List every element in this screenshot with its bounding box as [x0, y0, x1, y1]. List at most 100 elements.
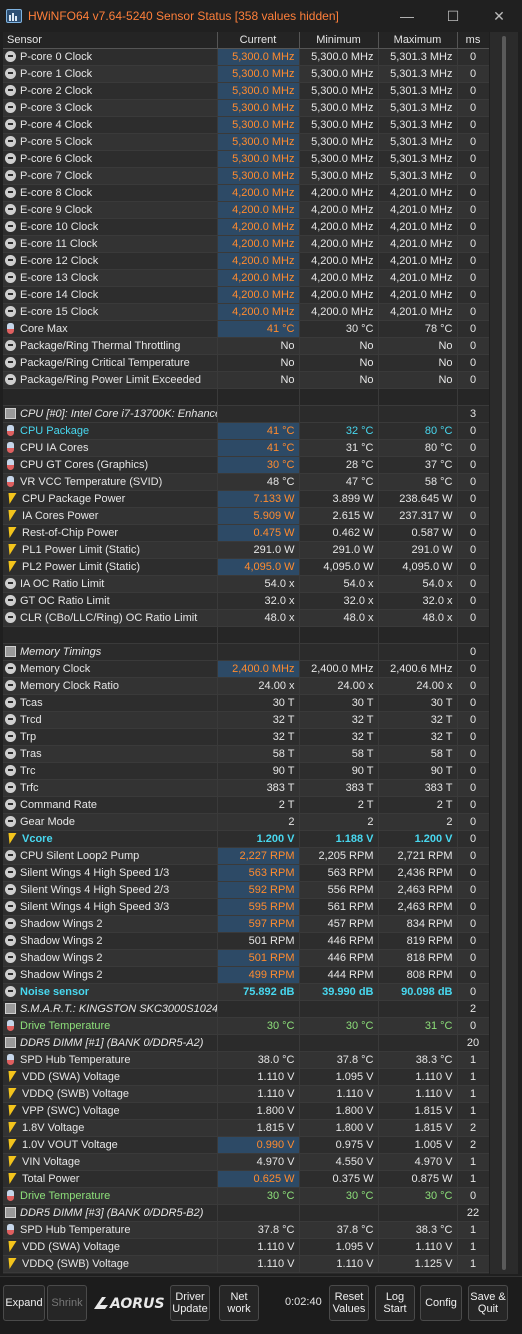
- sensor-row[interactable]: CPU Package 41 °C 32 °C 80 °C 0: [3, 422, 489, 440]
- sensor-row[interactable]: Command Rate 2 T2 T2 T0: [3, 796, 489, 814]
- sensor-row[interactable]: SPD Hub Temperature 38.0 °C 37.8 °C 38.3 °C…: [3, 1051, 489, 1069]
- sensor-row[interactable]: E-core 13 Clock 4,200.0 MHz 4,200.0 MHz 4,2…: [3, 269, 489, 287]
- maximum-value: 5,301.3 MHz: [378, 167, 458, 185]
- maximum-value: 80 °C: [378, 439, 458, 457]
- sensor-name: SPD Hub Temperature: [20, 1054, 131, 1066]
- sensor-row[interactable]: VDD (SWA) Voltage 1.110 V 1.095 V 1.110 V1: [3, 1068, 489, 1086]
- sensor-row[interactable]: Noise sensor 75.892 dB 39.990 dB 90.098 dB 0: [3, 983, 489, 1001]
- sensor-row[interactable]: 1.8V Voltage 1.815 V 1.800 V 1.815 V2: [3, 1119, 489, 1137]
- sensor-row[interactable]: E-core 8 Clock 4,200.0 MHz 4,200.0 MHz 4,20…: [3, 184, 489, 202]
- sensor-row[interactable]: CLR (CBo/LLC/Ring) OC Ratio Limit 48.0 x4…: [3, 609, 489, 627]
- column-header-maximum[interactable]: Maximum: [378, 32, 458, 49]
- lightning-icon: [5, 833, 17, 844]
- minimum-value: No: [299, 354, 379, 372]
- sensor-row[interactable]: E-core 10 Clock 4,200.0 MHz 4,200.0 MHz 4,2…: [3, 218, 489, 236]
- sensor-row[interactable]: Tras 58 T 58 T 58 T0: [3, 745, 489, 763]
- sensor-row[interactable]: GT OC Ratio Limit 32.0 x 32.0 x 32.0 x0: [3, 592, 489, 610]
- expand-button[interactable]: Expand: [3, 1285, 45, 1321]
- sensor-row[interactable]: 1.0V VOUT Voltage 0.990 V 0.975 V 1.005 V2: [3, 1136, 489, 1154]
- sensor-row[interactable]: Package/Ring Critical Temperature No No No 0: [3, 354, 489, 372]
- column-header-current[interactable]: Current: [217, 32, 300, 49]
- sensor-row[interactable]: Silent Wings 4 High Speed 1/3 563 RPM 563 …: [3, 864, 489, 882]
- log-start-button[interactable]: Log Start: [375, 1285, 415, 1321]
- sensor-row[interactable]: CPU GT Cores (Graphics) 30 °C 28 °C 37 °C 0: [3, 456, 489, 474]
- sensor-row[interactable]: Silent Wings 4 High Speed 3/3 595 RPM 561 …: [3, 898, 489, 916]
- sensor-row[interactable]: P-core 0 Clock 5,300.0 MHz 5,300.0 MHz 5,30…: [3, 48, 489, 66]
- sensor-row[interactable]: Silent Wings 4 High Speed 2/3 592 RPM 556 …: [3, 881, 489, 899]
- sensor-group-header[interactable]: DDR5 DIMM [#1] (BANK 0/DDR5-A2) 20: [3, 1034, 489, 1052]
- sensor-row[interactable]: Rest-of-Chip Power 0.475 W 0.462 W 0.587 W0: [3, 524, 489, 542]
- column-header-minimum[interactable]: Minimum: [299, 32, 379, 49]
- sensor-row[interactable]: Trc 90 T 90 T 90 T0: [3, 762, 489, 780]
- sensor-row[interactable]: Package/Ring Thermal Throttling No No No 0: [3, 337, 489, 355]
- sensor-row[interactable]: P-core 7 Clock 5,300.0 MHz 5,300.0 MHz 5,30…: [3, 167, 489, 185]
- chip-icon: [5, 646, 16, 657]
- sensor-row[interactable]: CPU Package Power 7.133 W 3.899 W 238.645 W…: [3, 490, 489, 508]
- sensor-row[interactable]: VIN Voltage 4.970 V 4.550 V 4.970 V1: [3, 1153, 489, 1171]
- sensor-row[interactable]: IA Cores Power 5.909 W 2.615 W 237.317 W0: [3, 507, 489, 525]
- save-quit-button[interactable]: Save & Quit: [468, 1285, 508, 1321]
- sensor-row[interactable]: P-core 5 Clock 5,300.0 MHz 5,300.0 MHz 5,30…: [3, 133, 489, 151]
- sensor-row[interactable]: P-core 1 Clock 5,300.0 MHz 5,300.0 MHz 5,30…: [3, 65, 489, 83]
- network-button[interactable]: Net work: [219, 1285, 259, 1321]
- sensor-row[interactable]: SPD Hub Temperature 37.8 °C 37.8 °C 38.3 °C…: [3, 1221, 489, 1239]
- column-header-ms[interactable]: ms: [457, 32, 489, 49]
- maximize-button[interactable]: ☐: [430, 0, 476, 32]
- sensor-group-header[interactable]: DDR5 DIMM [#3] (BANK 0/DDR5-B2) 22: [3, 1204, 489, 1222]
- sensor-row[interactable]: Tcas 30 T 30 T 30 T0: [3, 694, 489, 712]
- sensor-row[interactable]: CPU Silent Loop2 Pump 2,227 RPM 2,205 RPM 2…: [3, 847, 489, 865]
- sensor-row[interactable]: Package/Ring Power Limit Exceeded No No No 0: [3, 371, 489, 389]
- column-header-sensor[interactable]: Sensor: [3, 32, 218, 49]
- sensor-row[interactable]: Vcore 1.200 V 1.188 V 1.200 V0: [3, 830, 489, 848]
- sensor-row[interactable]: VR VCC Temperature (SVID) 48 °C 47 °C 58 °C…: [3, 473, 489, 491]
- sensor-group-header[interactable]: Memory Timings 0: [3, 643, 489, 661]
- sensor-row[interactable]: PL1 Power Limit (Static) 291.0 W 291.0 W 29…: [3, 541, 489, 559]
- close-button[interactable]: ✕: [476, 0, 522, 32]
- group-name: DDR5 DIMM [#1] (BANK 0/DDR5-A2): [20, 1037, 204, 1049]
- sensor-row[interactable]: VDDQ (SWB) Voltage 1.110 V 1.110 V 1.110 V1: [3, 1085, 489, 1103]
- sensor-row[interactable]: Shadow Wings 2 501 RPM 446 RPM 819 RPM 0: [3, 932, 489, 950]
- sensor-name-cell: E-core 10 Clock: [3, 218, 218, 236]
- driver-update-button[interactable]: Driver Update: [170, 1285, 210, 1321]
- sensor-row[interactable]: P-core 6 Clock 5,300.0 MHz 5,300.0 MHz 5,30…: [3, 150, 489, 168]
- sensor-row[interactable]: E-core 12 Clock 4,200.0 MHz 4,200.0 MHz 4,2…: [3, 252, 489, 270]
- sensor-row[interactable]: E-core 14 Clock 4,200.0 MHz 4,200.0 MHz 4,2…: [3, 286, 489, 304]
- sensor-row[interactable]: Trcd 32 T 32 T 32 T0: [3, 711, 489, 729]
- sensor-row[interactable]: P-core 2 Clock 5,300.0 MHz 5,300.0 MHz 5,30…: [3, 82, 489, 100]
- vertical-scrollbar[interactable]: [490, 32, 518, 1274]
- sensor-row[interactable]: E-core 11 Clock 4,200.0 MHz 4,200.0 MHz 4,2…: [3, 235, 489, 253]
- reset-values-button[interactable]: Reset Values: [329, 1285, 369, 1321]
- sensor-row[interactable]: Trp 32 T 32 T 32 T0: [3, 728, 489, 746]
- sensor-row[interactable]: Gear Mode 2 2 2 0: [3, 813, 489, 831]
- sensor-name-cell: Noise sensor: [3, 983, 218, 1001]
- minimize-button[interactable]: —: [384, 0, 430, 32]
- sensor-row[interactable]: CPU IA Cores 41 °C 31 °C 80 °C 0: [3, 439, 489, 457]
- sensor-row[interactable]: Shadow Wings 2 499 RPM 444 RPM 808 RPM 0: [3, 966, 489, 984]
- sensor-group-header[interactable]: CPU [#0]: Intel Core i7-13700K: Enhanced…: [3, 405, 489, 423]
- sensor-row[interactable]: Core Max 41 °C 30 °C 78 °C 0: [3, 320, 489, 338]
- sensor-row[interactable]: VDD (SWA) Voltage 1.110 V 1.095 V 1.110 V1: [3, 1238, 489, 1256]
- sensor-row[interactable]: Trfc 383 T 383 T 383 T0: [3, 779, 489, 797]
- sensor-row[interactable]: Shadow Wings 2 501 RPM 446 RPM 818 RPM 0: [3, 949, 489, 967]
- sensor-group-header[interactable]: S.M.A.R.T.: KINGSTON SKC3000S1024G (5002…: [3, 1000, 489, 1018]
- sensor-row[interactable]: VDDQ (SWB) Voltage 1.110 V 1.110 V 1.125 V1: [3, 1255, 489, 1273]
- sensor-row[interactable]: P-core 4 Clock 5,300.0 MHz 5,300.0 MHz 5,30…: [3, 116, 489, 134]
- sensor-row[interactable]: E-core 9 Clock 4,200.0 MHz 4,200.0 MHz 4,20…: [3, 201, 489, 219]
- sensor-row[interactable]: IA OC Ratio Limit 54.0 x 54.0 x 54.0 x0: [3, 575, 489, 593]
- sensor-row[interactable]: E-core 15 Clock 4,200.0 MHz 4,200.0 MHz 4,2…: [3, 303, 489, 321]
- scrollbar-thumb[interactable]: [502, 36, 506, 1270]
- poll-interval-value: 2: [457, 1136, 489, 1154]
- sensor-row[interactable]: Memory Clock 2,400.0 MHz 2,400.0 MHz 2,400.…: [3, 660, 489, 678]
- shrink-button[interactable]: Shrink: [47, 1285, 87, 1321]
- sensor-row[interactable]: VPP (SWC) Voltage 1.800 V 1.800 V 1.815 V1: [3, 1102, 489, 1120]
- sensor-row[interactable]: P-core 3 Clock 5,300.0 MHz 5,300.0 MHz 5,30…: [3, 99, 489, 117]
- sensor-row[interactable]: Total Power 0.625 W 0.375 W 0.875 W1: [3, 1170, 489, 1188]
- current-value: 2: [217, 813, 300, 831]
- sensor-row[interactable]: Shadow Wings 2 597 RPM 457 RPM 834 RPM 0: [3, 915, 489, 933]
- sensor-row[interactable]: Memory Clock Ratio 24.00 x 24.00 x 24.00 x0: [3, 677, 489, 695]
- sensor-row[interactable]: Drive Temperature 30 °C 30 °C 30 °C 0: [3, 1187, 489, 1205]
- minimum-value: 1.800 V: [299, 1102, 379, 1120]
- sensor-row[interactable]: Drive Temperature 30 °C 30 °C 31 °C 0: [3, 1017, 489, 1035]
- config-button[interactable]: Config: [420, 1285, 462, 1321]
- sensor-row[interactable]: PL2 Power Limit (Static) 4,095.0 W 4,095.0…: [3, 558, 489, 576]
